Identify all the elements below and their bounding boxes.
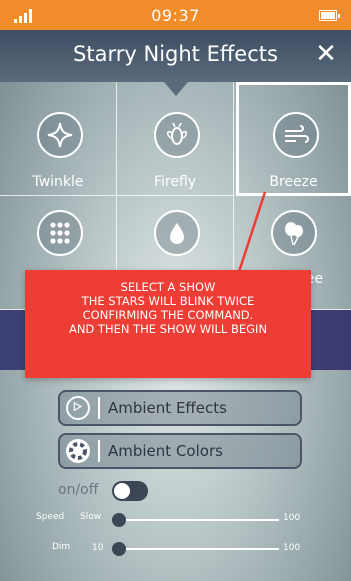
close-button[interactable]: ✕ [313, 41, 339, 67]
ambient-colors-label: Ambient Colors [108, 442, 223, 460]
header-pointer [164, 82, 188, 96]
callout-line: SELECT A SHOW [120, 280, 216, 294]
instruction-callout: SELECT A SHOW THE STARS WILL BLINK TWICE… [25, 270, 311, 378]
divider [98, 397, 100, 419]
ambient-effects-button[interactable]: Ambient Effects [58, 390, 302, 426]
show-tile-twinkle[interactable]: Twinkle [0, 82, 117, 196]
speed-label: Speed [36, 512, 65, 522]
battery-icon [319, 10, 340, 21]
play-icon [66, 396, 90, 420]
show-tile-firefly[interactable]: Firefly [117, 82, 234, 196]
callout-line: CONFIRMING THE COMMAND. [82, 308, 254, 322]
show-label: Breeze [269, 174, 318, 190]
speed-slider-track[interactable] [119, 519, 279, 521]
dim-max-label: 100 [283, 543, 301, 553]
toggle-knob [114, 483, 130, 499]
dim-label: Dim [52, 542, 71, 552]
wind-icon [273, 112, 319, 158]
dim-slider-track[interactable] [119, 548, 279, 550]
ambient-colors-button[interactable]: Ambient Colors [58, 433, 302, 469]
water-drop-icon [154, 210, 200, 256]
dots-grid-icon [37, 210, 83, 256]
color-wheel-icon [66, 439, 90, 463]
firefly-icon [154, 112, 200, 158]
power-toggle[interactable] [112, 481, 148, 501]
status-bar: 09:37 [0, 0, 351, 30]
speed-min-label: Slow [80, 512, 102, 522]
status-time: 09:37 [151, 6, 200, 25]
show-tile-breeze[interactable]: Breeze [236, 82, 351, 196]
power-label: on/off [58, 482, 99, 498]
show-label: Firefly [153, 174, 197, 190]
ambient-effects-label: Ambient Effects [108, 399, 227, 417]
balloons-icon [271, 210, 317, 256]
speed-slider-knob[interactable] [112, 513, 126, 527]
dim-slider-knob[interactable] [112, 542, 126, 556]
callout-line: THE STARS WILL BLINK TWICE [81, 294, 255, 308]
page-title: Starry Night Effects [73, 42, 278, 66]
dim-min-label: 10 [92, 543, 104, 553]
app-screen: 09:37 Starry Night Effects ✕ Twinkle Fir… [0, 0, 351, 581]
callout-line: AND THEN THE SHOW WILL BEGIN [68, 322, 268, 336]
sparkle-icon [37, 112, 83, 158]
show-label: Twinkle [32, 174, 84, 190]
divider [98, 440, 100, 462]
header-bar: Starry Night Effects ✕ [0, 30, 351, 82]
speed-max-label: 100 [283, 513, 301, 523]
